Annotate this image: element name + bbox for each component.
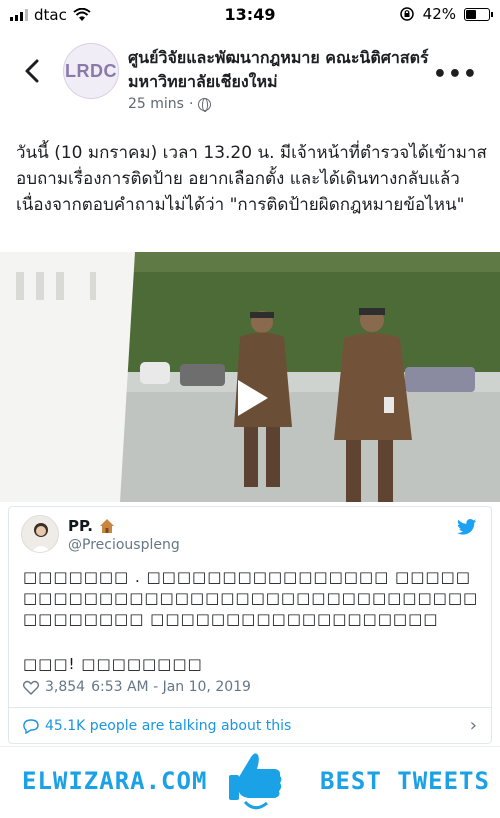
like-count: 3,854 bbox=[45, 679, 86, 695]
battery-icon bbox=[464, 7, 493, 21]
twitter-bird-icon[interactable] bbox=[457, 519, 477, 535]
talking-link[interactable]: 45.1K people are talking about this bbox=[23, 718, 291, 734]
post-text: วันนี้ (10 มกราคม) เวลา 13.20 น. มีเจ้าห… bbox=[16, 143, 487, 215]
comment-icon bbox=[23, 719, 39, 734]
talking-text: 45.1K people are talking about this bbox=[45, 718, 292, 734]
page-avatar[interactable]: LRDC bbox=[63, 43, 119, 99]
page-name[interactable]: ศูนย์วิจัยและพัฒนากฎหมาย คณะนิติศาสตร์ ม… bbox=[128, 46, 448, 94]
post-time[interactable]: 25 mins bbox=[128, 96, 184, 112]
battery-percent: 42% bbox=[422, 5, 456, 23]
status-right: 42% bbox=[399, 5, 493, 23]
tweet-timestamp[interactable]: 6:53 AM - Jan 10, 2019 bbox=[91, 679, 251, 695]
tweet-text: □□□□□□□ . □□□□□□□□□□□□□□□□ □□□□□□□□□□□□□… bbox=[23, 568, 479, 628]
tweet-author-name: PP. bbox=[68, 517, 93, 535]
more-options-icon[interactable]: ••• bbox=[433, 62, 478, 87]
back-arrow-icon[interactable] bbox=[20, 56, 44, 86]
chevron-right-icon[interactable]: › bbox=[470, 715, 477, 736]
footer-banner: ELWIZARA.COM BEST TWEETS bbox=[0, 746, 500, 818]
tweet-handle[interactable]: @Preciouspleng bbox=[68, 537, 180, 553]
thumbs-up-icon bbox=[229, 753, 282, 810]
avatar-image bbox=[22, 516, 58, 552]
separator-dot: · bbox=[188, 96, 194, 112]
site-brand[interactable]: ELWIZARA.COM bbox=[22, 767, 207, 795]
tweet-meta: 3,854 6:53 AM - Jan 10, 2019 bbox=[23, 679, 251, 695]
tweet-text-second: □□□! □□□□□□□□ bbox=[23, 655, 203, 673]
post-meta: 25 mins · bbox=[128, 96, 212, 112]
rotation-lock-icon bbox=[399, 7, 414, 21]
tweet-author[interactable]: PP. bbox=[68, 517, 115, 535]
heart-icon[interactable] bbox=[23, 680, 39, 695]
status-bar: dtac 13:49 42% bbox=[0, 0, 500, 30]
page-logo-text: LRDC bbox=[65, 60, 117, 81]
play-icon[interactable] bbox=[230, 377, 272, 419]
tweet-avatar[interactable] bbox=[21, 515, 59, 553]
house-emoji-icon bbox=[99, 519, 114, 533]
embedded-tweet[interactable]: PP. @Preciouspleng □□□□□□□ . □□□□□□□□□□□… bbox=[8, 506, 492, 744]
tweet-divider bbox=[9, 707, 491, 708]
globe-icon bbox=[198, 97, 212, 112]
best-tweets-label: BEST TWEETS bbox=[320, 767, 490, 795]
